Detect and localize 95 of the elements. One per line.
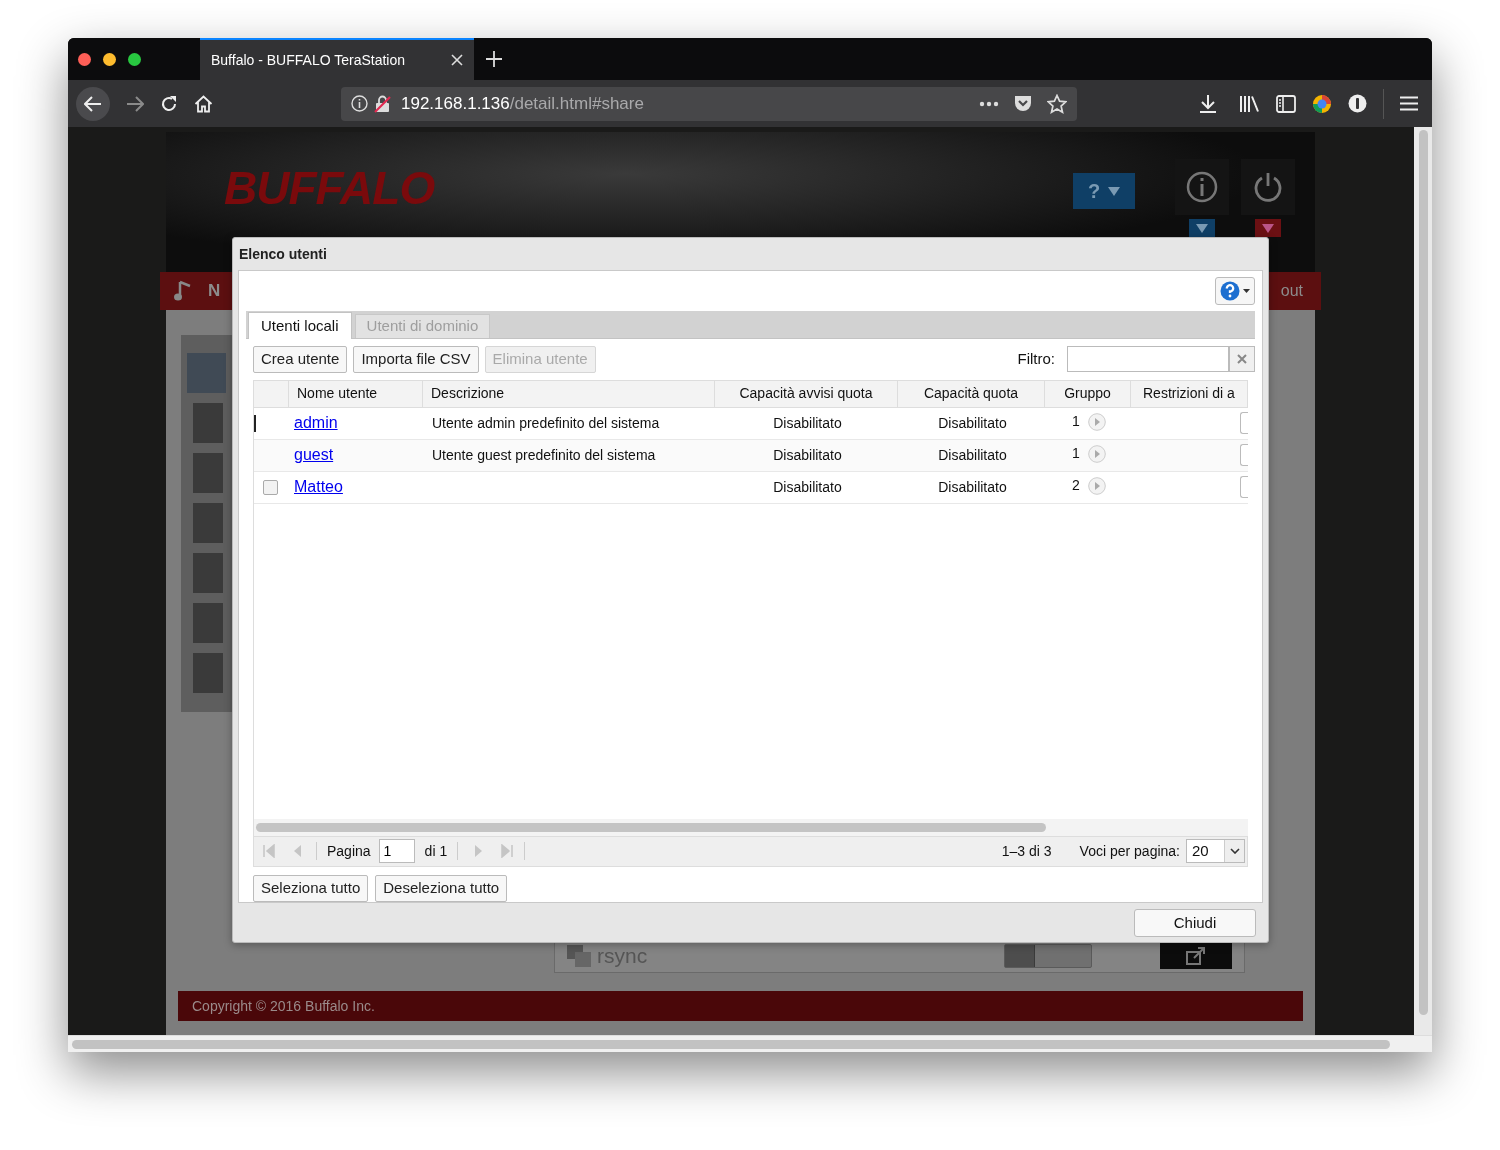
table-cell-text: Disabilitato xyxy=(773,477,842,497)
pocket-icon[interactable] xyxy=(1013,94,1033,113)
address-bar[interactable]: 192.168.1.136/detail.html#share xyxy=(341,86,1077,121)
table-cell-text: 2 xyxy=(1072,475,1080,495)
restriction-field[interactable] xyxy=(1240,444,1248,467)
info-icon xyxy=(1186,171,1218,203)
expand-group-icon[interactable] xyxy=(1087,413,1106,432)
dialog-title: Elenco utenti xyxy=(239,244,327,264)
url-path: /detail.html#share xyxy=(509,93,644,113)
filter-label: Filtro: xyxy=(1017,349,1055,370)
info-dropdown-button[interactable] xyxy=(1189,219,1215,237)
browser-tab[interactable]: Buffalo - BUFFALO TeraStation xyxy=(200,38,474,80)
table-cell-text: Disabilitato xyxy=(938,445,1007,465)
forward-arrow-icon[interactable] xyxy=(126,95,144,112)
table-cell-text: Utente admin predefinito del sistema xyxy=(432,413,660,433)
horizontal-scrollbar[interactable] xyxy=(254,818,1248,836)
zoom-button[interactable] xyxy=(128,52,141,66)
caret-icon xyxy=(1196,223,1208,233)
horizontal-scrollbar[interactable] xyxy=(68,1035,1432,1052)
restriction-field[interactable] xyxy=(1240,476,1248,499)
library-icon[interactable] xyxy=(1239,94,1260,113)
caret-icon xyxy=(1108,186,1121,196)
logout-link[interactable]: out xyxy=(1280,279,1303,303)
new-tab-icon[interactable] xyxy=(486,51,502,67)
music-note-icon[interactable] xyxy=(174,280,192,302)
page-label: Pagina xyxy=(327,841,371,861)
row-checkbox[interactable] xyxy=(263,479,278,495)
close-button[interactable]: Chiudi xyxy=(1134,909,1256,937)
table-cell-text: 1 xyxy=(1072,443,1080,463)
close-window-button[interactable] xyxy=(78,52,91,66)
table-cell-text: 1 xyxy=(1072,411,1080,431)
table-cell-text: Disabilitato xyxy=(938,413,1007,433)
power-button[interactable] xyxy=(1241,159,1295,215)
column-header: Gruppo xyxy=(1064,384,1111,404)
globe-extension-icon[interactable] xyxy=(1312,93,1332,114)
help-button[interactable] xyxy=(1215,276,1255,305)
rsync-icon xyxy=(567,945,591,967)
caret-icon xyxy=(1243,288,1250,293)
user-link[interactable]: Matteo xyxy=(294,475,343,500)
page-number-field[interactable]: 1 xyxy=(378,839,415,864)
back-button[interactable] xyxy=(76,86,110,121)
help-icon xyxy=(1220,280,1240,301)
minimize-button[interactable] xyxy=(103,52,116,66)
power-icon xyxy=(1253,171,1283,203)
insecure-lock-icon[interactable] xyxy=(374,94,391,113)
external-link-icon xyxy=(1186,947,1206,965)
items-per-page-label: Voci per pagina: xyxy=(1079,841,1180,861)
star-icon[interactable] xyxy=(1047,93,1067,114)
expand-group-icon[interactable] xyxy=(1087,477,1106,496)
selection-button[interactable]: Deseleziona tutto xyxy=(375,875,508,902)
info-button[interactable] xyxy=(1175,159,1229,215)
restriction-field[interactable] xyxy=(1240,412,1248,435)
close-tab-icon[interactable] xyxy=(451,54,463,66)
tab-title: Buffalo - BUFFALO TeraStation xyxy=(211,50,407,70)
url-host: 192.168.1.136 xyxy=(401,93,510,113)
toggle-switch[interactable] xyxy=(1004,944,1092,968)
table-cell-text: Utente guest predefinito del sistema xyxy=(432,445,656,465)
table-cell-text: Disabilitato xyxy=(773,445,842,465)
more-icon[interactable] xyxy=(979,100,999,107)
download-icon[interactable] xyxy=(1199,94,1217,113)
table-cell-text: Disabilitato xyxy=(938,477,1007,497)
caret-icon xyxy=(1262,223,1274,233)
copyright-text: Copyright © 2016 Buffalo Inc. xyxy=(192,996,375,1016)
vertical-scrollbar[interactable] xyxy=(1414,127,1432,1035)
toolbar-button[interactable]: Importa file CSV xyxy=(353,345,479,373)
column-header: Nome utente xyxy=(297,384,378,404)
tab[interactable]: Utenti locali xyxy=(248,311,352,339)
table-cell-text: Disabilitato xyxy=(773,413,842,433)
column-header: Restrizioni di a xyxy=(1143,384,1235,404)
close-icon xyxy=(1237,354,1247,365)
user-link[interactable]: admin xyxy=(294,411,338,436)
page-count-text: di 1 xyxy=(424,841,448,861)
items-per-page-select[interactable]: 20 xyxy=(1186,839,1245,864)
expand-group-icon[interactable] xyxy=(1087,445,1106,464)
open-button[interactable] xyxy=(1160,943,1232,969)
home-icon[interactable] xyxy=(194,94,213,113)
info-icon[interactable] xyxy=(351,95,368,112)
column-header: Capacità quota xyxy=(923,384,1019,404)
user-link[interactable]: guest xyxy=(294,443,334,468)
help-dropdown-button[interactable]: ? xyxy=(1073,173,1135,209)
menu-icon[interactable] xyxy=(1400,96,1418,111)
power-dropdown-button[interactable] xyxy=(1255,219,1281,237)
toolbar-button[interactable]: Crea utente xyxy=(253,345,348,373)
caret-icon xyxy=(1229,848,1240,855)
column-header: Capacità avvisi quota xyxy=(739,384,873,404)
selection-button[interactable]: Seleziona tutto xyxy=(253,875,369,902)
filter-field[interactable] xyxy=(1067,346,1229,373)
item-range-text: 1–3 di 3 xyxy=(1001,841,1052,861)
brand-logo: BUFFALO xyxy=(224,162,435,214)
password-extension-icon[interactable] xyxy=(1348,94,1367,113)
clear-filter-button[interactable] xyxy=(1229,346,1255,373)
back-arrow-icon xyxy=(84,95,102,112)
nav-item-text[interactable]: N xyxy=(208,278,221,304)
column-header: Descrizione xyxy=(431,384,505,404)
reload-icon[interactable] xyxy=(160,94,178,113)
